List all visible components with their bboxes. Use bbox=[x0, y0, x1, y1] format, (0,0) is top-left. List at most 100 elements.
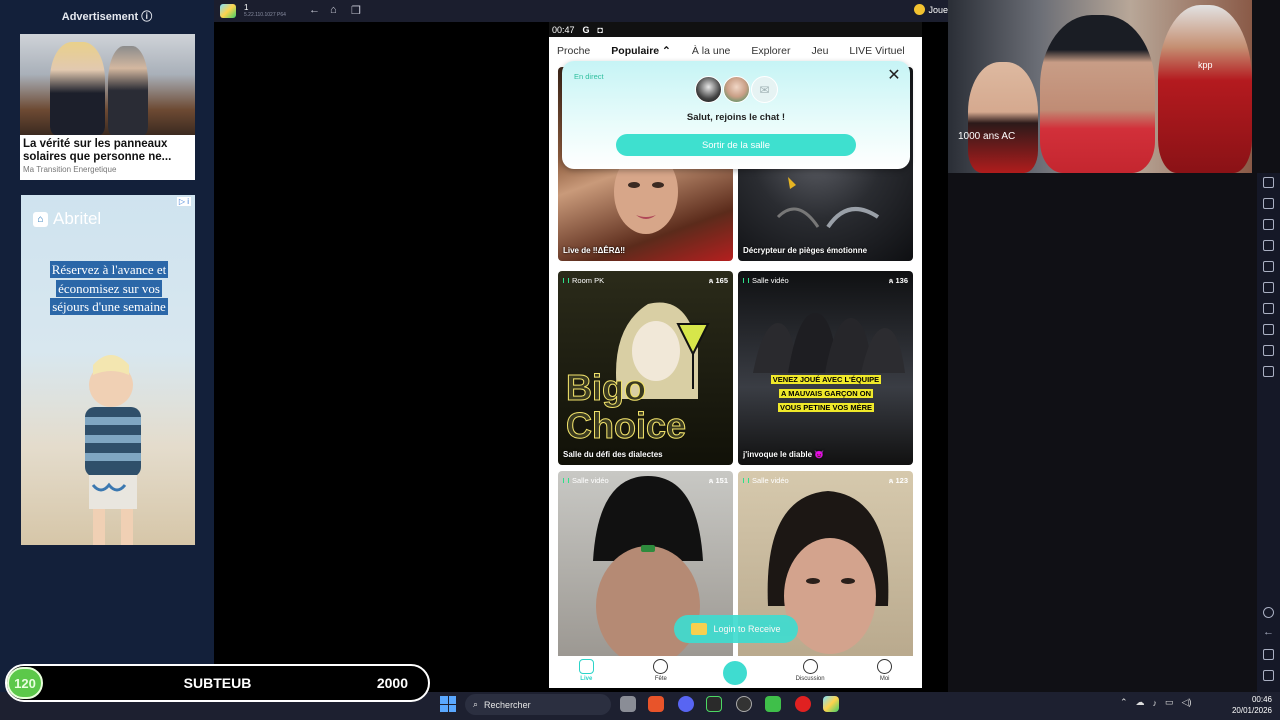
room-type: Salle vidéo bbox=[743, 476, 789, 485]
banner-line: A MAUVAIS GARÇON ON bbox=[779, 389, 873, 398]
live-icon bbox=[578, 659, 594, 674]
ad-abritel[interactable]: ▷ i ⌂ Abritel Réservez à l'avance et éco… bbox=[21, 195, 195, 545]
home-icon[interactable] bbox=[1263, 649, 1274, 660]
nav-label: Live bbox=[580, 676, 593, 682]
room-type-label: Salle vidéo bbox=[752, 476, 789, 485]
play-label: Joue bbox=[928, 4, 948, 15]
bigo-choice-overlay: Bigo Choice bbox=[566, 367, 687, 446]
sidebar-tool-icon[interactable] bbox=[1263, 303, 1274, 314]
sidebar-tool-icon[interactable] bbox=[1263, 261, 1274, 272]
nav-live[interactable]: Live bbox=[561, 659, 611, 682]
taskbar-clock[interactable]: 00:46 20/01/2026 bbox=[1222, 694, 1272, 716]
close-icon[interactable]: ✕ bbox=[886, 68, 902, 85]
tab-jeu[interactable]: Jeu bbox=[811, 45, 828, 57]
cloud-icon[interactable]: ☁ bbox=[1136, 697, 1145, 708]
signal-bars-icon bbox=[563, 478, 569, 483]
back-arrow-icon[interactable]: ← bbox=[1263, 627, 1274, 639]
signal-bars-icon bbox=[743, 478, 749, 483]
tab-a-la-une[interactable]: À la une bbox=[692, 45, 731, 57]
nav-fete[interactable]: Fête bbox=[636, 659, 686, 682]
mail-icon: ✉ bbox=[751, 76, 778, 103]
category-tabs: Proche Populaire ⌃ À la une Explorer Jeu… bbox=[549, 37, 922, 64]
room-type: Salle vidéo bbox=[743, 276, 789, 285]
adchoices-icon[interactable]: ▷ i bbox=[176, 197, 191, 206]
ad-text-line: économisez sur vos bbox=[56, 279, 162, 297]
tab-explorer[interactable]: Explorer bbox=[751, 45, 790, 57]
bluestacks-logo-icon bbox=[220, 4, 236, 18]
microphone-icon[interactable]: ♪ bbox=[1153, 698, 1158, 708]
webcam-overlay: 1000 ans AC kpp bbox=[948, 0, 1252, 173]
google-icon: G bbox=[582, 24, 590, 35]
recent-apps-icon[interactable] bbox=[1263, 670, 1274, 681]
webcam-person bbox=[1158, 5, 1252, 173]
volume-icon[interactable]: ◁) bbox=[1182, 697, 1192, 708]
chevron-up-icon[interactable]: ⌃ bbox=[1120, 697, 1128, 708]
nav-discussion[interactable]: Discussion bbox=[785, 659, 835, 682]
sidebar-tool-icon[interactable] bbox=[1263, 282, 1274, 293]
status-bar: 00:47 G ◘ bbox=[549, 22, 922, 37]
tab-populaire[interactable]: Populaire ⌃ bbox=[611, 45, 671, 57]
app-icon[interactable] bbox=[765, 696, 781, 712]
app-icon[interactable] bbox=[706, 696, 722, 712]
live-indicator: En direct bbox=[574, 72, 604, 81]
back-arrow-icon[interactable]: ← bbox=[309, 4, 320, 16]
gift-icon bbox=[691, 623, 708, 635]
clock-date: 20/01/2026 bbox=[1231, 706, 1272, 715]
taskbar-search[interactable]: ⌕ Rechercher bbox=[465, 694, 611, 715]
webcam-person bbox=[1040, 15, 1155, 173]
obs-icon[interactable] bbox=[736, 696, 752, 712]
nav-label: Discussion bbox=[795, 676, 825, 682]
sidebar-tool-icon[interactable] bbox=[1263, 324, 1274, 335]
nav-label: Fête bbox=[654, 676, 667, 682]
live-room-card[interactable]: Salle vidéo ጰ 136 VENEZ JOUÉ AVEC L'ÉQUI… bbox=[738, 271, 913, 465]
live-room-card[interactable]: Room PK ጰ 165 Bigo Choice Salle du défi … bbox=[558, 271, 733, 465]
nav-label: Moi bbox=[879, 676, 890, 682]
jersey-text: kpp bbox=[1198, 60, 1213, 70]
search-placeholder: Rechercher bbox=[484, 699, 531, 710]
file-explorer-icon[interactable] bbox=[620, 696, 636, 712]
profile-icon bbox=[877, 659, 893, 674]
ad-text: Réservez à l'avance et économisez sur vo… bbox=[39, 261, 179, 317]
emulator-play-label[interactable]: Joue bbox=[914, 4, 948, 15]
brave-browser-icon[interactable] bbox=[648, 696, 664, 712]
signal-bars-icon bbox=[743, 278, 749, 283]
sidebar-tool-icon[interactable] bbox=[1263, 219, 1274, 230]
windows-start-icon[interactable] bbox=[440, 696, 456, 712]
nav-moi[interactable]: Moi bbox=[860, 659, 910, 682]
sidebar-tool-icon[interactable] bbox=[1263, 198, 1274, 209]
discord-icon[interactable] bbox=[678, 696, 694, 712]
search-icon: ⌕ bbox=[473, 699, 479, 709]
tab-proche[interactable]: Proche bbox=[557, 45, 590, 57]
viewer-count: ጰ 151 bbox=[708, 476, 728, 485]
sidebar-tool-icon[interactable] bbox=[1263, 345, 1274, 356]
viewer-count: ጰ 165 bbox=[708, 276, 728, 285]
advertisement-title: Advertisement ⓘ bbox=[61, 11, 153, 23]
login-to-receive-button[interactable]: Login to Receive bbox=[674, 615, 798, 643]
bluestacks-icon[interactable] bbox=[823, 696, 839, 712]
card-banner-text: VENEZ JOUÉ AVEC L'ÉQUIPE A MAUVAIS GARÇO… bbox=[762, 373, 890, 415]
party-icon bbox=[653, 659, 669, 674]
ad-source: Ma Transition Energetique bbox=[23, 165, 117, 174]
nav-go-live[interactable] bbox=[710, 659, 760, 685]
sidebar-tool-icon[interactable] bbox=[1263, 366, 1274, 377]
recent-apps-icon[interactable]: ❐ bbox=[351, 4, 361, 17]
sidebar-tool-icon[interactable] bbox=[1263, 240, 1274, 251]
emulator-title-bar: 1 5.22.110.1027 P64 ← ⌂ ❐ Joue bbox=[214, 0, 948, 22]
join-chat-popup: En direct ✕ ✉ Salut, rejoins le chat ! S… bbox=[562, 61, 910, 169]
home-icon[interactable]: ⌂ bbox=[330, 4, 337, 16]
network-icon[interactable]: ▭ bbox=[1165, 697, 1174, 708]
avatar bbox=[695, 76, 722, 103]
dark-figures-image bbox=[776, 177, 880, 229]
viewer-count: ጰ 136 bbox=[888, 276, 908, 285]
room-type: Room PK bbox=[563, 276, 604, 285]
ad-brand-name: Abritel bbox=[53, 209, 102, 228]
leave-room-button[interactable]: Sortir de la salle bbox=[616, 134, 856, 156]
settings-gear-icon[interactable] bbox=[1263, 607, 1274, 618]
ad-solar-panels[interactable]: La vérité sur les panneaux solaires que … bbox=[20, 34, 195, 180]
advertisement-panel: Advertisement ⓘ La vérité sur les pannea… bbox=[0, 0, 214, 692]
sidebar-tool-icon[interactable] bbox=[1263, 177, 1274, 188]
youtube-icon[interactable] bbox=[795, 696, 811, 712]
tab-live-virtuel[interactable]: LIVE Virtuel bbox=[849, 45, 904, 57]
ad-headline[interactable]: La vérité sur les panneaux solaires que … bbox=[20, 135, 195, 164]
instance-name: 1 bbox=[244, 3, 249, 12]
